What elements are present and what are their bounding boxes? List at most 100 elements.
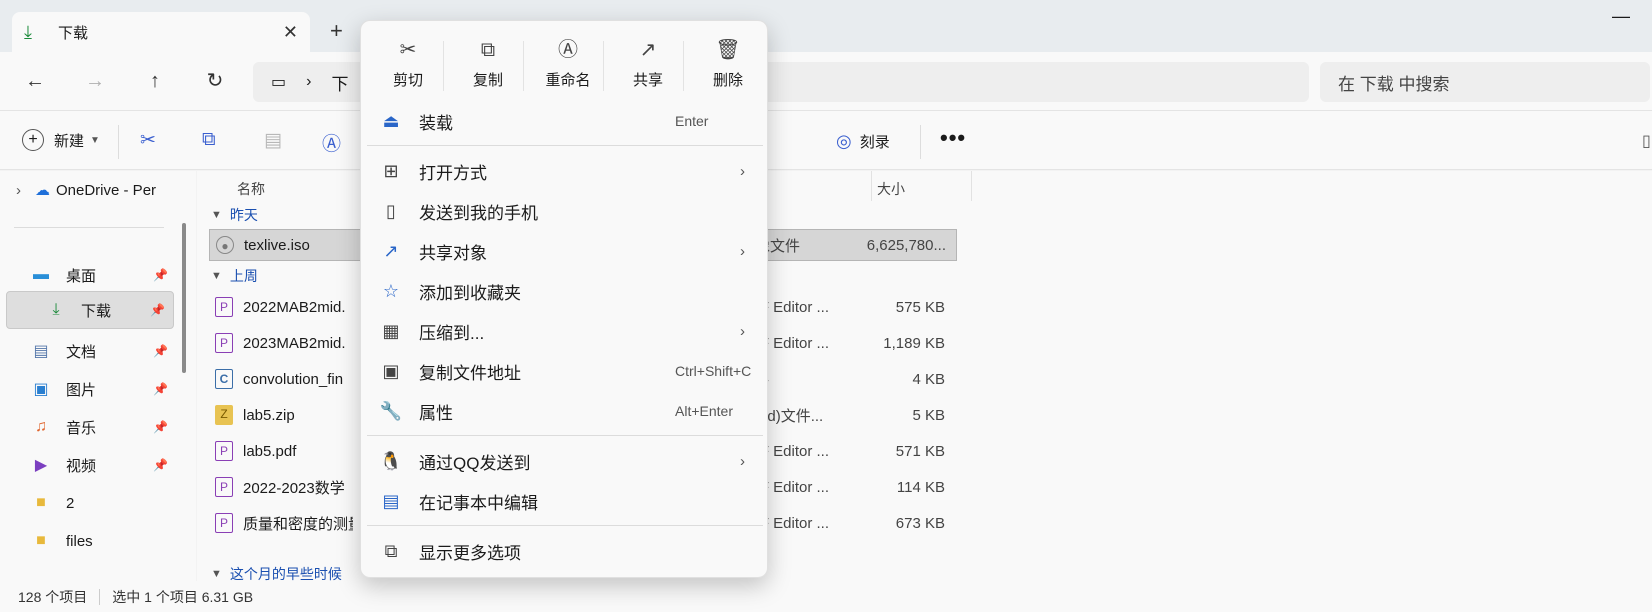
command-divider [920, 125, 921, 159]
sidebar-item-music[interactable]: ♫ 音乐 📌 [30, 408, 176, 446]
download-icon: ⤓ [24, 21, 32, 42]
menu-item-add-to-favorites[interactable]: ☆ 添加到收藏夹 [371, 272, 759, 310]
close-tab-button[interactable]: ✕ [283, 22, 298, 43]
menu-item-send-via-qq[interactable]: 🐧 通过QQ发送到 › [371, 442, 759, 480]
star-icon: ☆ [382, 280, 400, 301]
burn-button[interactable]: ◎ 刻录 [836, 131, 890, 152]
share-button[interactable]: ↗ 共享 [613, 35, 683, 90]
back-button[interactable]: ← [20, 66, 50, 96]
paste-icon[interactable]: ▤ [264, 129, 282, 152]
pin-icon[interactable]: 📌 [153, 268, 168, 282]
cut-icon: ✂ [399, 39, 417, 61]
sidebar-scrollbar[interactable] [182, 223, 186, 373]
quick-action-label: 重命名 [545, 72, 591, 89]
refresh-button[interactable]: ↻ [200, 66, 230, 96]
pin-icon[interactable]: 📌 [153, 458, 168, 472]
cut-icon[interactable]: ✂ [140, 129, 156, 152]
sidebar-item-label: 文档 [66, 343, 97, 361]
cut-button[interactable]: ✂ 剪切 [373, 35, 443, 90]
menu-item-share-with[interactable]: ↗ 共享对象 › [371, 232, 759, 270]
document-icon: ▤ [33, 343, 49, 360]
column-separator[interactable] [871, 171, 872, 201]
menu-item-properties[interactable]: 🔧 属性 Alt+Enter [371, 392, 759, 430]
open-with-icon: ⊞ [383, 160, 399, 181]
menu-item-label: 添加到收藏夹 [419, 283, 521, 303]
chevron-right-icon: › [740, 322, 745, 340]
sidebar-item-onedrive[interactable]: › ☁ OneDrive - Per [16, 181, 176, 200]
menu-item-label: 属性 [419, 403, 453, 423]
menu-item-label: 在记事本中编辑 [419, 493, 538, 513]
picture-icon: ▣ [33, 381, 49, 398]
copy-path-icon: ▣ [382, 360, 400, 381]
pin-icon[interactable]: 📌 [153, 344, 168, 358]
rename-icon[interactable]: Ⓐ [322, 129, 341, 156]
menu-item-send-to-phone[interactable]: ▯ 发送到我的手机 [371, 192, 759, 230]
download-icon: ⤓ [52, 301, 60, 318]
sidebar-item-folder-2[interactable]: ■ 2 [30, 484, 176, 522]
breadcrumb-downloads[interactable]: 下 [331, 70, 348, 95]
pdf-file-icon: P [215, 333, 233, 353]
pin-icon[interactable]: 📌 [153, 420, 168, 434]
tab-downloads[interactable]: ⤓ 下载 ✕ [12, 12, 310, 52]
column-separator[interactable] [971, 171, 972, 201]
sidebar-item-label: 视频 [66, 457, 97, 475]
video-icon: ▶ [34, 457, 48, 474]
file-size: 673 KB [895, 514, 945, 532]
title-bar: ⤓ 下载 ✕ + — [0, 0, 1652, 52]
file-size: 571 KB [895, 442, 945, 460]
sidebar-item-documents[interactable]: ▤ 文档 📌 [30, 332, 176, 370]
menu-item-copy-path[interactable]: ▣ 复制文件地址 Ctrl+Shift+C [371, 352, 759, 390]
delete-button[interactable]: 🗑 删除 [693, 35, 763, 90]
music-icon: ♫ [35, 418, 47, 435]
zip-folder-icon: Z [215, 405, 233, 425]
selection-info: 选中 1 个项目 6.31 GB [112, 588, 254, 605]
column-header-name[interactable]: 名称 [237, 179, 265, 199]
menu-item-compress-to[interactable]: ▦ 压缩到... › [371, 312, 759, 350]
quick-action-divider [443, 41, 444, 91]
sidebar-item-videos[interactable]: ▶ 视频 📌 [30, 446, 176, 484]
qq-penguin-icon: 🐧 [379, 450, 403, 471]
forward-button[interactable]: → [80, 66, 110, 96]
file-size: 6,625,780... [866, 236, 946, 254]
menu-item-label: 显示更多选项 [419, 543, 521, 563]
rename-button[interactable]: Ⓐ 重命名 [533, 35, 603, 90]
new-button[interactable]: + 新建 ▼ [22, 129, 100, 151]
search-input[interactable]: 在 下载 中搜索 [1320, 62, 1650, 102]
menu-item-show-more-options[interactable]: ⧉ 显示更多选项 [371, 532, 759, 570]
up-button[interactable]: ↑ [140, 66, 170, 96]
sidebar-item-downloads[interactable]: ⤓ 下载 📌 [6, 291, 174, 329]
menu-item-edit-in-notepad[interactable]: ▤ 在记事本中编辑 [371, 482, 759, 520]
sidebar-item-files[interactable]: ■ files [30, 522, 176, 560]
file-name: lab5.pdf [243, 442, 297, 460]
column-header-size[interactable]: 大小 [877, 179, 905, 199]
minimize-button[interactable]: — [1612, 6, 1630, 27]
share-icon: ↗ [383, 240, 399, 261]
menu-item-mount[interactable]: ⏏ 装载 Enter [371, 102, 759, 140]
pin-icon[interactable]: 📌 [153, 382, 168, 396]
sidebar-item-desktop[interactable]: ▬ 桌面 📌 [30, 256, 176, 294]
show-more-icon: ⧉ [384, 540, 398, 561]
chevron-right-icon[interactable]: › [16, 182, 21, 199]
new-tab-button[interactable]: + [330, 18, 343, 44]
file-size: 114 KB [896, 478, 945, 496]
plus-icon: + [22, 129, 44, 151]
group-header-last-week[interactable]: ▼ 上周 [211, 266, 258, 286]
command-bar: + 新建 ▼ ✂ ⧉ ▤ Ⓐ 装载 ◎ 刻录 ••• ▯ [0, 110, 1652, 170]
quick-action-label: 共享 [632, 72, 663, 89]
quick-action-label: 复制 [472, 72, 503, 89]
menu-item-open-with[interactable]: ⊞ 打开方式 › [371, 152, 759, 190]
quick-action-label: 删除 [712, 72, 743, 89]
copy-button[interactable]: ⧉ 复制 [453, 35, 523, 90]
folder-icon: ■ [36, 494, 46, 511]
pin-icon[interactable]: 📌 [150, 303, 165, 317]
copy-icon[interactable]: ⧉ [202, 129, 216, 151]
chevron-down-icon: ▼ [211, 209, 222, 221]
sidebar-item-label: files [66, 532, 93, 550]
details-pane-icon[interactable]: ▯ [1642, 131, 1651, 151]
file-size: 5 KB [912, 406, 945, 424]
sidebar-item-pictures[interactable]: ▣ 图片 📌 [30, 370, 176, 408]
group-header-yesterday[interactable]: ▼ 昨天 [211, 205, 258, 225]
more-options-button[interactable]: ••• [940, 125, 966, 151]
sidebar-item-label: 音乐 [66, 419, 97, 437]
copy-icon: ⧉ [480, 39, 496, 61]
